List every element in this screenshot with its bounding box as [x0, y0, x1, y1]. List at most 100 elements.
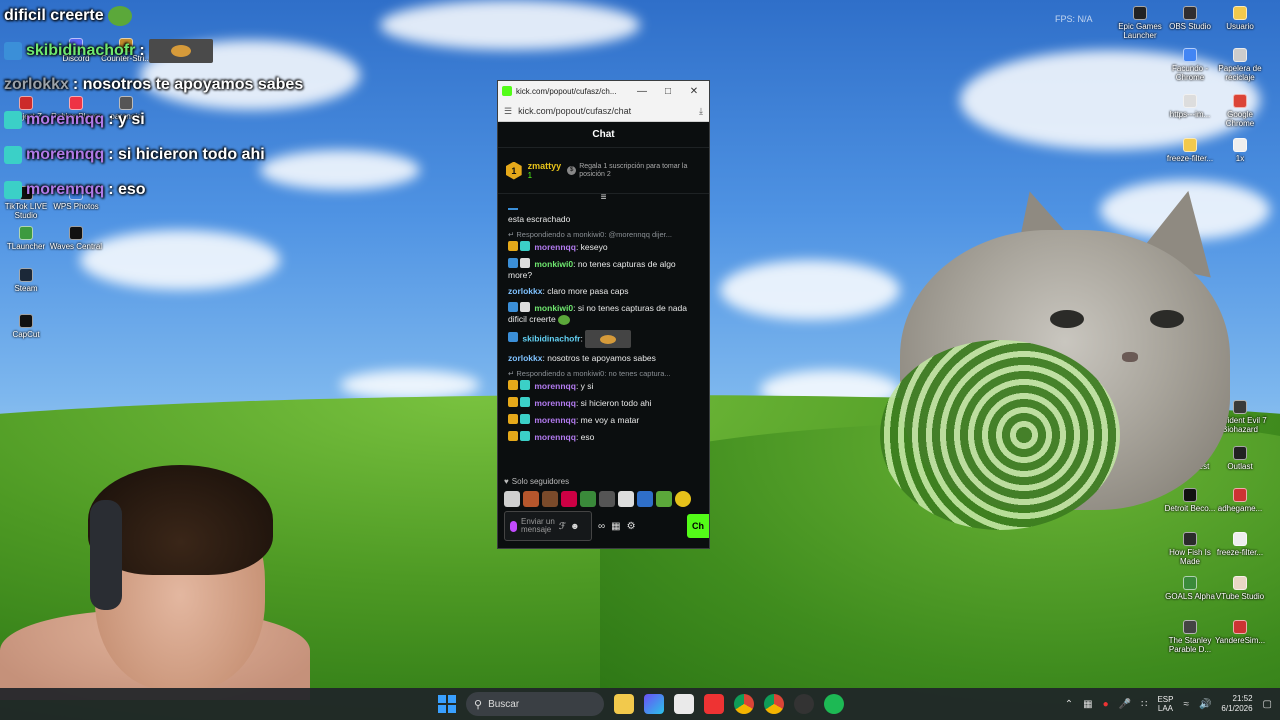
username[interactable]: monkiwi0 [534, 303, 573, 313]
translate-icon[interactable]: ℱ [559, 521, 566, 532]
emoji-icon[interactable]: ☻ [570, 521, 579, 531]
notification-icon[interactable]: ▢ [1263, 699, 1272, 710]
chevron-up-icon[interactable]: ⌃ [1065, 699, 1073, 710]
desktop-icon[interactable]: Steam [0, 268, 54, 293]
volume-icon[interactable]: 🔊 [1199, 699, 1211, 710]
kick-logo-icon [502, 86, 512, 96]
emote-icon[interactable] [504, 491, 520, 507]
desktop-icon[interactable]: TLauncher [0, 226, 54, 251]
app-icon [69, 96, 83, 110]
emote-icon[interactable] [675, 491, 691, 507]
wifi-icon[interactable]: ≈ [1183, 699, 1189, 710]
desktop-icon[interactable]: CapCut [0, 314, 54, 339]
desktop-icon[interactable]: VTube Studio [1212, 576, 1268, 601]
desktop-icon[interactable]: Waves Central [48, 226, 104, 251]
crown-badge-icon [508, 380, 518, 390]
chat-input-area[interactable]: Enviar un mensaje ℱ ☻ ∞ ▦ ⚙ Ch [504, 511, 709, 541]
address-bar[interactable]: ☰ kick.com/popout/cufasz/chat ⤓ [498, 101, 709, 122]
app-icon [19, 226, 33, 240]
desktop-icon[interactable]: 1x [1212, 138, 1268, 163]
desktop-icon[interactable]: GOALS Alpha [1162, 576, 1218, 601]
reply-reference[interactable]: ↵ Respondiendo a monkiwi0: @morennqq dij… [508, 230, 699, 239]
store-icon[interactable] [674, 694, 694, 714]
emote-icon[interactable] [561, 491, 577, 507]
chrome-icon[interactable] [764, 694, 784, 714]
desktop-icon[interactable]: https---im... [1162, 94, 1218, 119]
language-indicator[interactable]: ESP LAA [1157, 695, 1173, 713]
site-settings-icon[interactable]: ☰ [504, 106, 512, 117]
clock[interactable]: 21:52 6/1/2026 [1221, 694, 1252, 714]
app-icon[interactable] [644, 694, 664, 714]
spotify-icon[interactable] [824, 694, 844, 714]
chrome-icon[interactable] [734, 694, 754, 714]
close-icon[interactable]: ✕ [683, 86, 705, 97]
emote-icon[interactable] [542, 491, 558, 507]
infinity-icon[interactable]: ∞ [598, 521, 605, 532]
desktop-icon[interactable]: Google Chrome [1212, 94, 1268, 128]
pinned-gifter[interactable]: 1 zmattyy 1 $ Regala 1 suscripción para … [498, 148, 709, 194]
emote-image [148, 39, 213, 63]
crown-badge-icon [508, 431, 518, 441]
emote-icon[interactable] [656, 491, 672, 507]
desktop-icon[interactable]: YandereSim... [1212, 620, 1268, 645]
gear-icon[interactable]: ⚙ [627, 521, 636, 532]
app-icon [1133, 6, 1147, 20]
desktop-icon[interactable]: How Fish Is Made [1162, 532, 1218, 566]
scroll-to-bottom-icon[interactable]: ≡ [498, 193, 709, 204]
sub-badge-icon [520, 414, 530, 424]
emote-icon[interactable] [637, 491, 653, 507]
desktop-icon[interactable]: freeze-filter... [1212, 532, 1268, 557]
chat-popup-window[interactable]: kick.com/popout/cufasz/ch... — □ ✕ ☰ kic… [497, 80, 710, 549]
tray-app-icon[interactable]: ● [1103, 699, 1109, 710]
windows-start-icon[interactable] [438, 695, 456, 713]
desktop-icon[interactable]: Facundo - Chrome [1162, 48, 1218, 82]
username[interactable]: zorlokkx [508, 286, 543, 296]
app-icon [1183, 6, 1197, 20]
url-text[interactable]: kick.com/popout/cufasz/chat [518, 106, 693, 116]
desktop-icon[interactable]: OBS Studio [1162, 6, 1218, 31]
store-icon[interactable]: ▦ [611, 521, 620, 532]
obs-icon[interactable] [794, 694, 814, 714]
username[interactable]: morennqq [534, 381, 576, 391]
desktop-icon[interactable]: Papelera de reciclaje [1212, 48, 1268, 82]
emote-icon[interactable] [523, 491, 539, 507]
badge-icon [4, 111, 22, 129]
desktop-icon[interactable]: freeze-filter... [1162, 138, 1218, 163]
desktop-icon[interactable]: Epic Games Launcher [1112, 6, 1168, 40]
file-explorer-icon[interactable] [614, 694, 634, 714]
username[interactable]: morennqq [534, 242, 576, 252]
minimize-icon[interactable]: — [631, 86, 653, 97]
maximize-icon[interactable]: □ [657, 86, 679, 97]
emote-icon[interactable] [618, 491, 634, 507]
cloud [720, 260, 900, 320]
download-icon[interactable]: ⤓ [699, 106, 703, 117]
desktop-icon[interactable]: The Stanley Parable D... [1162, 620, 1218, 654]
wps-icon[interactable] [704, 694, 724, 714]
crown-badge-icon [508, 397, 518, 407]
username[interactable]: zorlokkx [508, 353, 543, 363]
taskbar-search[interactable]: ⚲ Buscar [466, 692, 604, 716]
verified-badge-icon [508, 302, 518, 312]
emote-icon[interactable] [580, 491, 596, 507]
desktop-icon[interactable]: Usuario [1212, 6, 1268, 31]
microphone-icon[interactable]: 🎤 [1119, 699, 1131, 710]
chat-messages[interactable]: esta escrachado ↵ Respondiendo a monkiwi… [498, 208, 709, 443]
chat-message: morennqq: eso [508, 431, 699, 443]
send-chat-button[interactable]: Ch [687, 514, 709, 538]
username[interactable]: skibidinachofr [522, 333, 580, 343]
emote-bar[interactable] [504, 491, 691, 507]
reply-reference[interactable]: ↵ Respondiendo a monkiwi0: no tenes capt… [508, 369, 699, 378]
microphone-icon[interactable] [510, 520, 517, 532]
chat-input[interactable]: Enviar un mensaje ℱ ☻ [504, 511, 592, 541]
overlay-message: zorlokkx : nosotros te apoyamos sabes [4, 76, 304, 93]
emote-icon[interactable] [599, 491, 615, 507]
window-titlebar[interactable]: kick.com/popout/cufasz/ch... — □ ✕ [498, 81, 709, 101]
bluetooth-icon[interactable]: ∷ [1141, 699, 1147, 710]
followers-only-notice: ♥ Solo seguidores [504, 477, 570, 486]
username[interactable]: morennqq [534, 398, 576, 408]
username[interactable]: monkiwi0 [534, 259, 573, 269]
username[interactable]: morennqq [534, 415, 576, 425]
info-icon: $ [567, 165, 577, 175]
username[interactable]: morennqq [534, 432, 576, 442]
tray-app-icon[interactable]: ▦ [1083, 699, 1092, 710]
